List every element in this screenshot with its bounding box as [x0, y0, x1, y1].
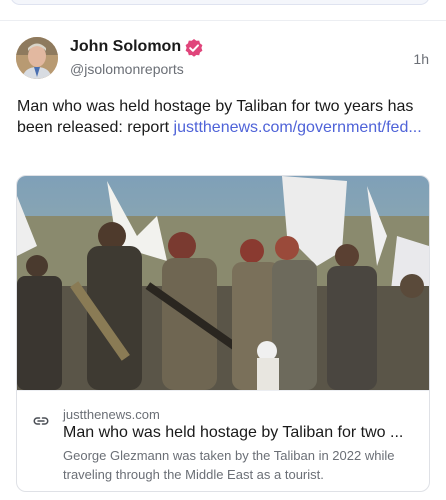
link-preview-image — [17, 176, 429, 390]
post-divider — [0, 20, 446, 21]
author-name[interactable]: John Solomon — [70, 38, 181, 56]
link-preview-card[interactable]: justthenews.com Man who was held hostage… — [16, 175, 430, 492]
link-description: George Glezmann was taken by the Taliban… — [63, 448, 395, 482]
avatar-photo — [16, 37, 58, 79]
post-text: Man who was held hostage by Taliban for … — [17, 96, 429, 138]
link-domain: justthenews.com — [63, 407, 160, 422]
verified-badge-icon — [185, 39, 203, 57]
author-handle[interactable]: @jsolomonreports — [70, 61, 184, 77]
previous-post-card-edge — [10, 0, 430, 5]
author-avatar[interactable] — [16, 37, 58, 79]
link-icon — [33, 417, 49, 425]
link-preview-info: justthenews.com Man who was held hostage… — [17, 390, 429, 491]
post-url-link[interactable]: justthenews.com/government/fed... — [174, 119, 422, 136]
post-timestamp[interactable]: 1h — [413, 51, 429, 67]
link-title[interactable]: Man who was held hostage by Taliban for … — [63, 424, 415, 442]
